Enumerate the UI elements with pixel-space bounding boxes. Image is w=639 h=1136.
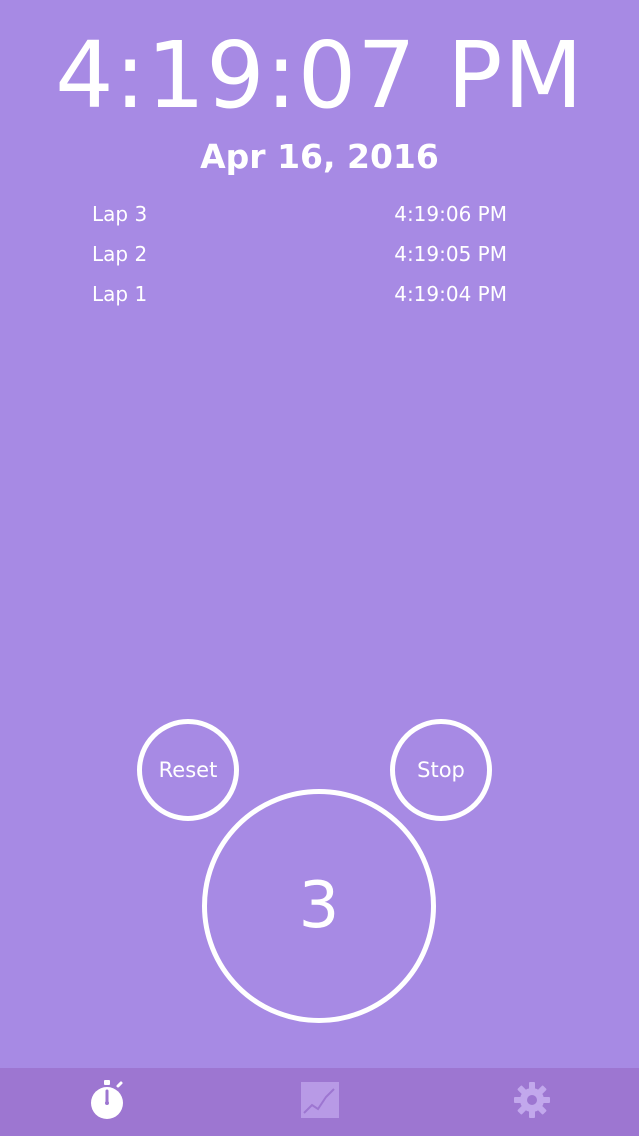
current-time: 4:19:07 PM bbox=[55, 22, 584, 129]
stop-button[interactable]: Stop bbox=[390, 719, 492, 821]
list-item: Lap 2 4:19:05 PM bbox=[92, 236, 507, 276]
tab-stats[interactable] bbox=[260, 1068, 380, 1136]
current-date: Apr 16, 2016 bbox=[200, 137, 439, 176]
reset-button[interactable]: Reset bbox=[137, 719, 239, 821]
lap-label: Lap 1 bbox=[92, 282, 148, 306]
list-item: Lap 3 4:19:06 PM bbox=[92, 196, 507, 236]
reset-button-label: Reset bbox=[158, 758, 218, 782]
list-item: Lap 1 4:19:04 PM bbox=[92, 276, 507, 316]
tab-settings[interactable] bbox=[472, 1068, 592, 1136]
lap-time: 4:19:06 PM bbox=[394, 202, 507, 226]
lap-label: Lap 3 bbox=[92, 202, 148, 226]
chart-icon bbox=[300, 1081, 340, 1123]
stop-button-label: Stop bbox=[417, 758, 465, 782]
stopwatch-screen: 4:19:07 PM Apr 16, 2016 Lap 3 4:19:06 PM… bbox=[0, 0, 639, 1136]
lap-label: Lap 2 bbox=[92, 242, 148, 266]
lap-list: Lap 3 4:19:06 PM Lap 2 4:19:05 PM Lap 1 … bbox=[92, 196, 507, 316]
gear-icon bbox=[512, 1080, 552, 1124]
stopwatch-icon bbox=[87, 1079, 127, 1125]
lap-button[interactable]: 3 bbox=[202, 789, 436, 1023]
lap-time: 4:19:04 PM bbox=[394, 282, 507, 306]
lap-count: 3 bbox=[298, 869, 340, 943]
lap-time: 4:19:05 PM bbox=[394, 242, 507, 266]
tab-stopwatch[interactable] bbox=[47, 1068, 167, 1136]
tab-bar bbox=[0, 1068, 639, 1136]
